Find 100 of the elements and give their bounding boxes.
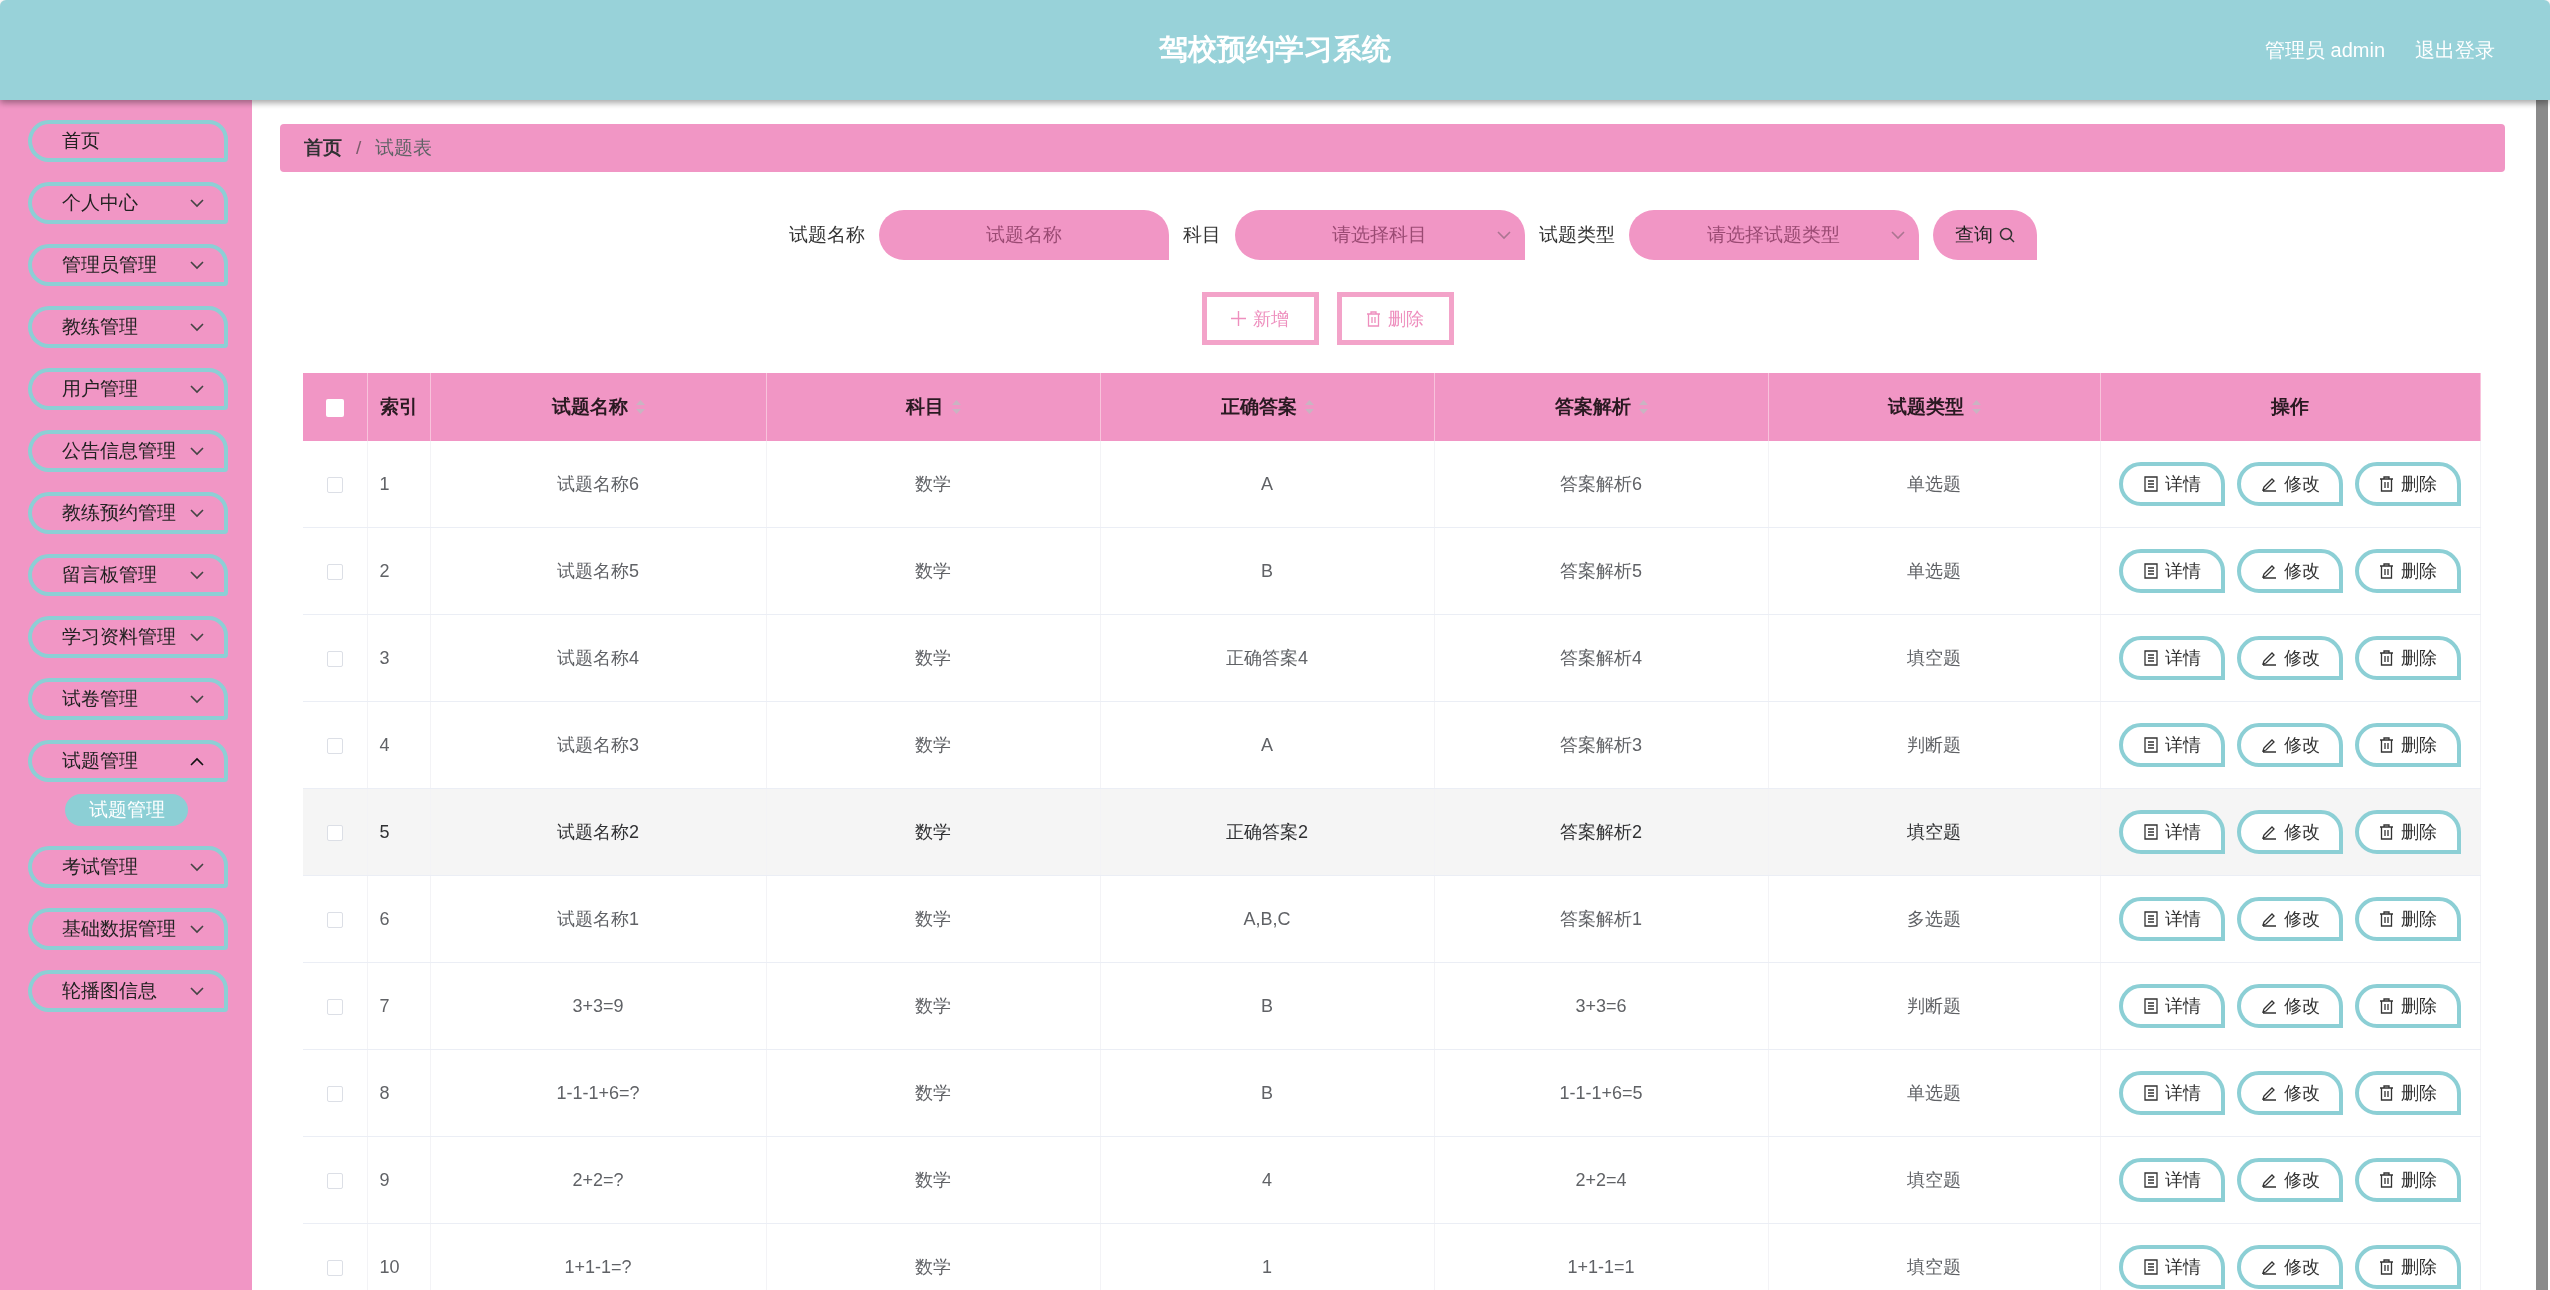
pencil-icon <box>2260 824 2277 840</box>
delete-button[interactable]: 删除 <box>2355 462 2461 506</box>
table-cell: 试题名称1 <box>557 909 639 929</box>
detail-button[interactable]: 详情 <box>2119 1245 2225 1289</box>
document-icon <box>2143 911 2158 927</box>
sidebar-menu-item[interactable]: 试卷管理 <box>28 678 228 720</box>
table-cell: A,B,C <box>1243 908 1291 929</box>
delete-button[interactable]: 删除 <box>2355 1245 2461 1289</box>
edit-button[interactable]: 修改 <box>2237 636 2343 680</box>
row-checkbox[interactable] <box>326 998 343 1015</box>
column-header[interactable]: 试题名称 <box>551 394 628 420</box>
sidebar-menu-item[interactable]: 管理员管理 <box>28 244 228 286</box>
row-checkbox[interactable] <box>326 563 343 580</box>
row-checkbox[interactable] <box>326 476 343 493</box>
trash-icon <box>2379 476 2394 492</box>
sidebar-menu-item[interactable]: 学习资料管理 <box>28 616 228 658</box>
table-cell: 3 <box>379 647 390 668</box>
table-cell: 正确答案2 <box>1226 822 1308 842</box>
table-cell: 数学 <box>915 561 951 581</box>
edit-button[interactable]: 修改 <box>2237 549 2343 593</box>
delete-button[interactable]: 删除 <box>2355 1158 2461 1202</box>
row-checkbox[interactable] <box>326 911 343 928</box>
table-cell: 答案解析5 <box>1560 561 1642 581</box>
detail-button[interactable]: 详情 <box>2119 1071 2225 1115</box>
column-header[interactable]: 科目 <box>905 394 944 420</box>
table-cell: 1-1-1+6=? <box>556 1082 640 1103</box>
edit-button[interactable]: 修改 <box>2237 810 2343 854</box>
edit-button[interactable]: 修改 <box>2237 1071 2343 1115</box>
column-header: 操作 <box>2271 395 2309 419</box>
row-checkbox[interactable] <box>326 650 343 667</box>
edit-button[interactable]: 修改 <box>2237 984 2343 1028</box>
detail-button[interactable]: 详情 <box>2119 462 2225 506</box>
field-label: 科目 <box>1182 223 1221 247</box>
table-cell: 数学 <box>915 1170 951 1190</box>
trash-icon <box>1366 310 1381 327</box>
detail-button[interactable]: 详情 <box>2119 549 2225 593</box>
document-icon <box>2143 737 2158 753</box>
table-cell: 数学 <box>915 648 951 668</box>
column-header[interactable]: 正确答案 <box>1220 394 1297 420</box>
column-header[interactable]: 试题类型 <box>1887 394 1964 420</box>
table-cell: 3+3=9 <box>572 995 624 1016</box>
table-cell: 试题名称6 <box>557 474 639 494</box>
sidebar-menu-item[interactable]: 考试管理 <box>28 846 228 888</box>
row-checkbox[interactable] <box>326 1085 343 1102</box>
edit-button[interactable]: 修改 <box>2237 462 2343 506</box>
delete-button[interactable]: 删除 <box>2355 549 2461 593</box>
table-cell: 单选题 <box>1907 474 1961 494</box>
detail-button[interactable]: 详情 <box>2119 984 2225 1028</box>
detail-button[interactable]: 详情 <box>2119 723 2225 767</box>
table-cell: A <box>1261 473 1273 494</box>
row-checkbox[interactable] <box>326 824 343 841</box>
edit-button[interactable]: 修改 <box>2237 1158 2343 1202</box>
sidebar-menu-item[interactable]: 教练预约管理 <box>28 492 228 534</box>
table-cell: 判断题 <box>1907 735 1961 755</box>
table-cell: 2 <box>379 560 390 581</box>
search-input-field[interactable]: 试题名称 <box>878 210 1169 260</box>
sidebar-menu-item[interactable]: 轮播图信息 <box>28 970 228 1012</box>
document-icon <box>2143 824 2158 840</box>
detail-button[interactable]: 详情 <box>2119 897 2225 941</box>
row-checkbox[interactable] <box>326 1259 343 1276</box>
table-cell: B <box>1261 1082 1273 1103</box>
detail-button[interactable]: 详情 <box>2119 1158 2225 1202</box>
table-cell: 1+1-1=? <box>564 1256 632 1277</box>
delete-button[interactable]: 删除 <box>2355 984 2461 1028</box>
row-checkbox[interactable] <box>326 737 343 754</box>
trash-icon <box>2379 824 2394 840</box>
sidebar-menu-item[interactable]: 个人中心 <box>28 182 228 224</box>
delete-button[interactable]: 删除 <box>2355 636 2461 680</box>
table-cell: 单选题 <box>1907 561 1961 581</box>
chevron-down-icon <box>1496 230 1511 240</box>
delete-button[interactable]: 删除 <box>2355 810 2461 854</box>
edit-button[interactable]: 修改 <box>2237 723 2343 767</box>
detail-button[interactable]: 详情 <box>2119 810 2225 854</box>
edit-button[interactable]: 修改 <box>2237 1245 2343 1289</box>
scrollbar-thumb[interactable] <box>2536 100 2548 1290</box>
edit-button[interactable]: 修改 <box>2237 897 2343 941</box>
row-checkbox[interactable] <box>326 1172 343 1189</box>
table-cell: 答案解析3 <box>1560 735 1642 755</box>
sidebar-menu-item[interactable]: 公告信息管理 <box>28 430 228 472</box>
pencil-icon <box>2260 563 2277 579</box>
table-cell: 5 <box>379 821 390 842</box>
sidebar-menu-item[interactable]: 基础数据管理 <box>28 908 228 950</box>
table-cell: 3+3=6 <box>1575 995 1627 1016</box>
pencil-icon <box>2260 1259 2277 1275</box>
column-header[interactable]: 答案解析 <box>1554 394 1631 420</box>
sidebar-menu-item[interactable]: 留言板管理 <box>28 554 228 596</box>
sidebar-menu-item[interactable]: 试题管理 <box>28 740 228 782</box>
detail-button[interactable]: 详情 <box>2119 636 2225 680</box>
delete-button[interactable]: 删除 <box>2355 1071 2461 1115</box>
select-all-checkbox[interactable] <box>325 399 344 417</box>
search-button[interactable]: 查询 <box>1932 210 2037 260</box>
sidebar-menu-item[interactable]: 用户管理 <box>28 368 228 410</box>
sidebar-menu-item[interactable]: 首页 <box>28 120 228 162</box>
sidebar-menu-item[interactable]: 教练管理 <box>28 306 228 348</box>
document-icon <box>2143 650 2158 666</box>
delete-button[interactable]: 删除 <box>2355 897 2461 941</box>
table-cell: 1-1-1+6=5 <box>1559 1082 1643 1103</box>
trash-icon <box>2379 1259 2394 1275</box>
delete-button[interactable]: 删除 <box>2355 723 2461 767</box>
breadcrumb-link[interactable]: 首页 <box>304 135 342 161</box>
